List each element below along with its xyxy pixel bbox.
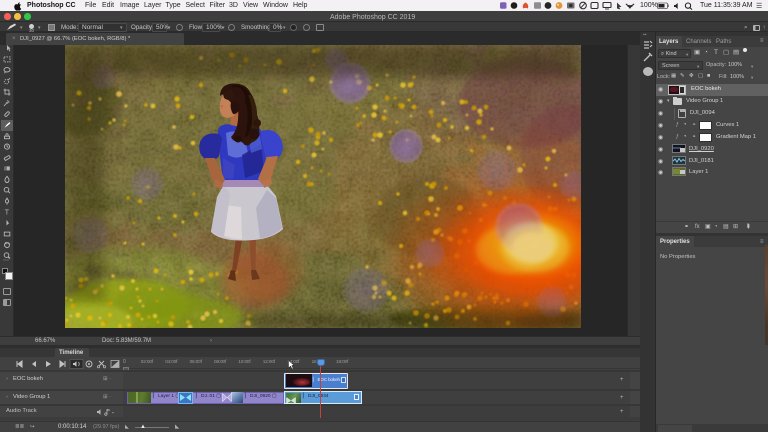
svg-text:T: T bbox=[5, 210, 10, 217]
